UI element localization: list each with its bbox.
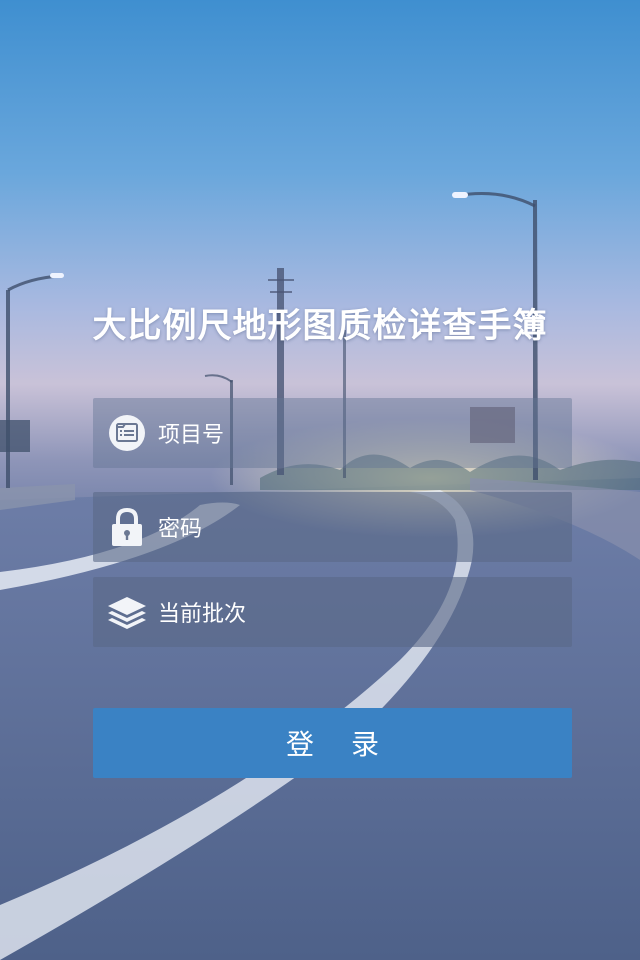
password-field[interactable]: 密码	[93, 492, 572, 562]
list-document-icon	[106, 412, 148, 454]
project-number-field[interactable]: 项目号	[93, 398, 572, 468]
project-number-label: 项目号	[158, 423, 225, 448]
lock-icon	[106, 506, 148, 548]
password-label: 密码	[158, 517, 203, 542]
current-batch-field[interactable]: 当前批次	[93, 577, 572, 647]
layers-icon	[106, 591, 148, 633]
login-button[interactable]: 登 录	[93, 708, 572, 778]
app-title: 大比例尺地形图质检详查手簿	[92, 306, 548, 346]
login-screen: 大比例尺地形图质检详查手簿 项目号 密码 当前批次 登 录	[0, 0, 640, 960]
background-road-photo	[0, 192, 640, 960]
current-batch-label: 当前批次	[158, 602, 247, 627]
